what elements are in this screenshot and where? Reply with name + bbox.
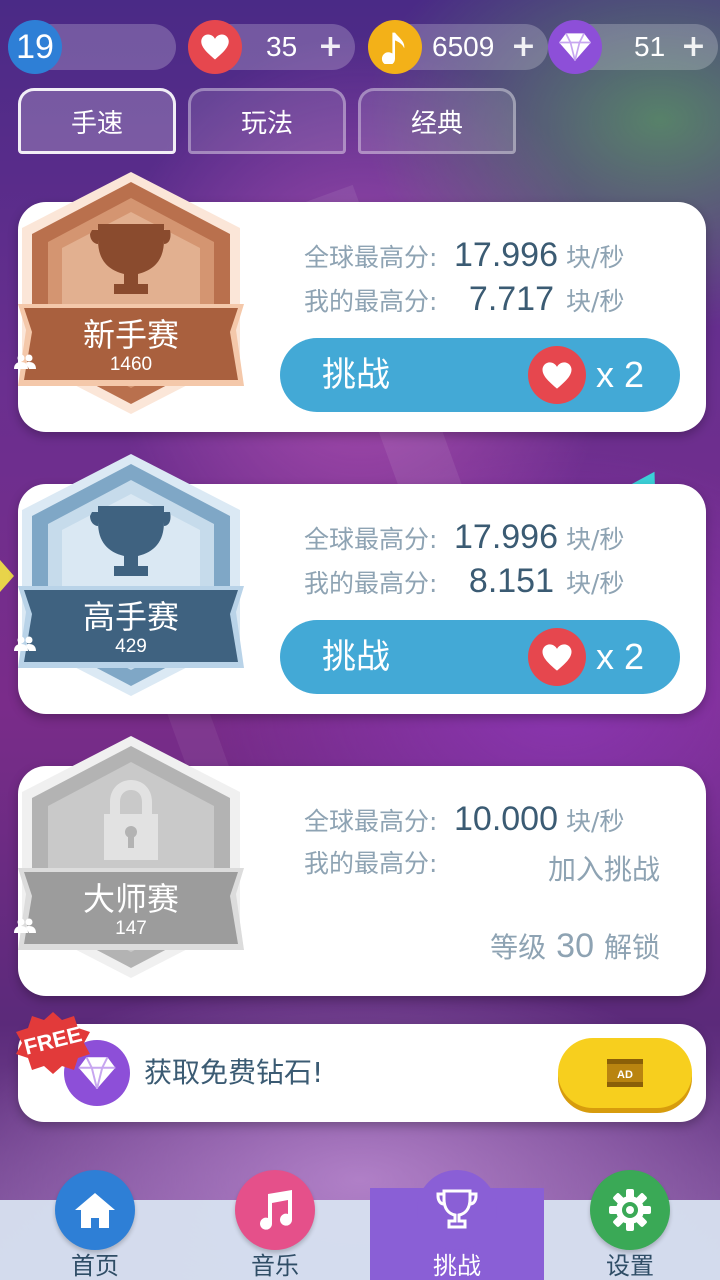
global-best-label: 全球最高分:	[304, 525, 438, 554]
player-count: 147	[14, 918, 248, 940]
my-best-label: 我的最高分:	[304, 287, 438, 316]
unit-label: 块/秒	[566, 243, 625, 272]
global-best-value: 17.996	[454, 518, 558, 556]
global-best-label: 全球最高分:	[304, 807, 438, 836]
master-locked-badge: 大师赛 147	[14, 732, 248, 982]
nav-music[interactable]: 音乐	[205, 1160, 345, 1280]
diamond-icon	[548, 20, 602, 74]
player-count-value: 429	[115, 636, 147, 657]
bottom-nav: 首页 音乐 挑战 设置	[0, 1160, 720, 1280]
nav-settings-label: 设置	[606, 1252, 654, 1280]
challenge-label: 挑战	[322, 355, 390, 395]
ad-label: AD	[617, 1069, 633, 1081]
free-tag: FREE	[12, 1010, 94, 1076]
unit-label: 块/秒	[566, 525, 625, 554]
my-best-label: 我的最高分:	[304, 569, 438, 598]
unlock-suffix: 解锁	[603, 931, 660, 964]
my-best-row: 我的最高分:	[304, 844, 454, 888]
unlock-prefix: 等级	[490, 931, 547, 964]
my-best-value: 8.151	[468, 562, 554, 600]
heart-icon	[188, 20, 242, 74]
unit-label: 块/秒	[566, 569, 625, 598]
player-count-value: 147	[115, 918, 147, 939]
expert-trophy-badge: 高手赛 429	[14, 450, 248, 700]
players-icon	[14, 636, 36, 651]
contest-name: 大师赛	[82, 880, 179, 918]
my-best-value: 7.717	[468, 280, 554, 318]
gems-counter[interactable]: 51 +	[548, 20, 718, 74]
gems-value: 51	[634, 31, 666, 62]
join-challenge-text: 加入挑战	[547, 853, 660, 886]
heart-cost: x 2	[596, 354, 645, 395]
nav-home-label: 首页	[71, 1252, 119, 1280]
global-best-value: 10.000	[454, 800, 558, 838]
heart-icon	[528, 346, 586, 404]
unlock-level: 30	[556, 927, 594, 965]
music-note-icon	[368, 20, 422, 74]
add-gems-button[interactable]: +	[681, 24, 706, 70]
players-icon	[14, 918, 36, 933]
video-ad-icon: AD	[607, 1059, 643, 1087]
free-gems-text: 获取免费钻石!	[144, 1056, 324, 1089]
global-best-label: 全球最高分:	[304, 243, 438, 272]
unit-label: 块/秒	[566, 287, 625, 316]
trophy-icon	[417, 1170, 497, 1250]
heart-cost: x 2	[596, 636, 645, 677]
hearts-counter[interactable]: 35 +	[188, 20, 355, 74]
hearts-value: 35	[266, 31, 298, 62]
global-best-row: 全球最高分: 17.996 块/秒	[304, 236, 624, 280]
notes-counter[interactable]: 6509 +	[368, 20, 548, 74]
beginner-trophy-badge: 新手赛 1460	[14, 168, 248, 418]
challenge-button[interactable]: 挑战 x 2	[280, 338, 680, 412]
add-hearts-button[interactable]: +	[318, 24, 343, 70]
contest-name: 新手赛	[82, 316, 179, 354]
nav-music-label: 音乐	[251, 1252, 299, 1280]
nav-home[interactable]: 首页	[25, 1160, 165, 1280]
level-indicator: 19	[8, 20, 176, 74]
music-note-icon	[235, 1170, 315, 1250]
my-best-row: 我的最高分: 7.717 块/秒	[304, 280, 624, 324]
players-icon	[14, 354, 36, 369]
watch-ad-button[interactable]: AD	[558, 1038, 692, 1108]
gear-icon	[590, 1170, 670, 1250]
tab-classic[interactable]: 经典	[358, 88, 516, 154]
add-notes-button[interactable]: +	[511, 24, 536, 70]
global-best-row: 全球最高分: 10.000 块/秒	[304, 800, 624, 844]
challenge-label: 挑战	[322, 637, 390, 677]
my-best-label: 我的最高分:	[304, 849, 438, 878]
home-icon	[55, 1170, 135, 1250]
tab-speed[interactable]: 手速	[18, 88, 176, 154]
global-best-row: 全球最高分: 17.996 块/秒	[304, 518, 624, 562]
tab-gameplay[interactable]: 玩法	[188, 88, 346, 154]
player-count-value: 1460	[109, 354, 153, 375]
nav-settings[interactable]: 设置	[560, 1160, 700, 1280]
contest-name: 高手赛	[82, 598, 179, 636]
nav-challenge[interactable]: 挑战	[370, 1160, 544, 1280]
global-best-value: 17.996	[454, 236, 558, 274]
free-gems-banner[interactable]: 获取免费钻石! AD	[18, 1024, 706, 1122]
nav-challenge-label: 挑战	[433, 1252, 481, 1280]
currency-bar: 19 35 + 6509 + 51 +	[8, 20, 718, 76]
unit-label: 块/秒	[566, 807, 625, 836]
unlock-requirement: 等级 30 解锁	[490, 926, 660, 966]
level-badge: 19	[8, 20, 62, 74]
challenge-button[interactable]: 挑战 x 2	[280, 620, 680, 694]
notes-value: 6509	[432, 31, 495, 62]
heart-icon	[528, 628, 586, 686]
player-count: 1460	[14, 354, 248, 376]
player-count: 429	[14, 636, 248, 658]
my-best-row: 我的最高分: 8.151 块/秒	[304, 562, 624, 606]
